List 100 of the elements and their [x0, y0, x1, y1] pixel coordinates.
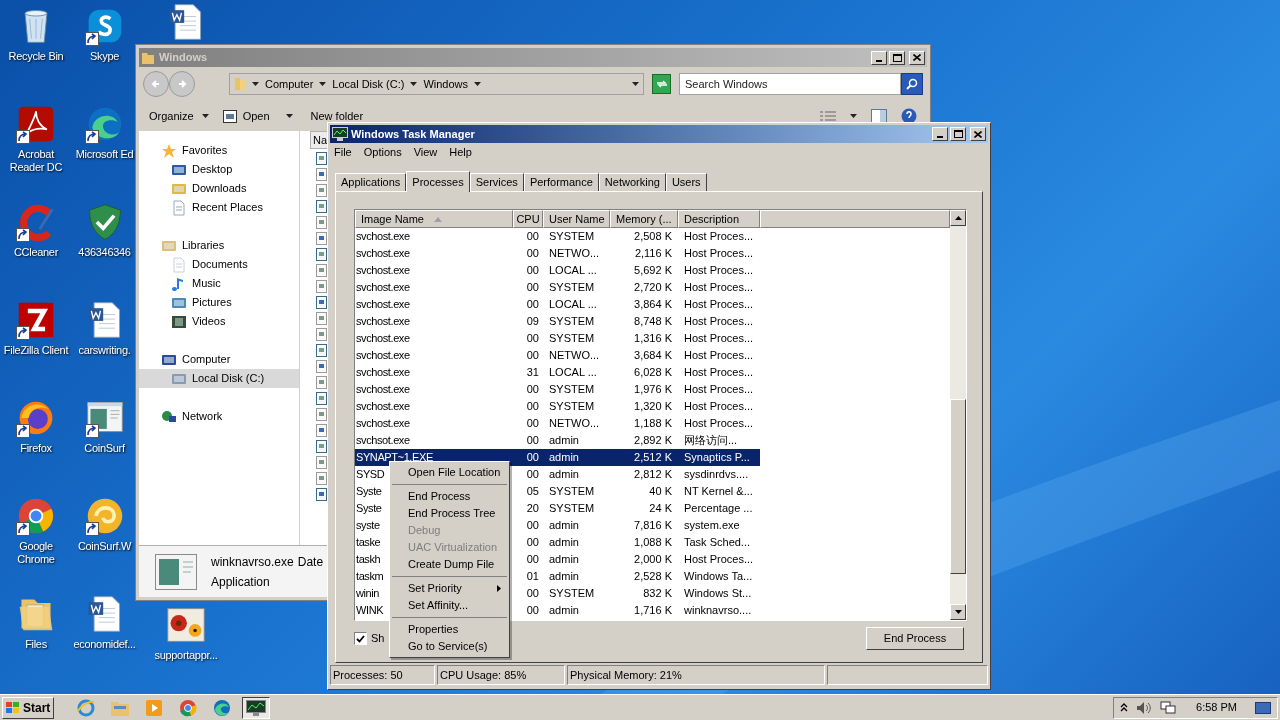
table-cell[interactable]: LOCAL ...: [543, 262, 610, 279]
table-cell[interactable]: 网络访问...: [678, 432, 760, 449]
table-cell[interactable]: 00: [513, 245, 543, 262]
table-cell[interactable]: 3,864 K: [610, 296, 678, 313]
desktop-shortcut[interactable]: Recycle Bin: [0, 0, 72, 98]
tab[interactable]: Networking: [598, 173, 666, 191]
tab[interactable]: Services: [469, 173, 524, 191]
scroll-down-button[interactable]: [950, 604, 966, 620]
nav-item[interactable]: Computer: [139, 350, 299, 369]
table-cell[interactable]: 2,000 K: [610, 551, 678, 568]
desktop-shortcut[interactable]: CoinSurf.W: [75, 490, 134, 588]
table-cell[interactable]: Host Proces...: [678, 381, 760, 398]
menu-item[interactable]: Go to Service(s): [392, 638, 507, 655]
table-cell[interactable]: 1,716 K: [610, 602, 678, 619]
new-folder-button[interactable]: New folder: [310, 107, 364, 125]
table-cell[interactable]: taskh: [355, 551, 381, 568]
taskbar-button[interactable]: [242, 696, 270, 719]
table-cell[interactable]: 2,512 K: [610, 449, 678, 466]
scroll-thumb[interactable]: [950, 399, 966, 574]
table-cell[interactable]: admin: [543, 517, 610, 534]
table-cell[interactable]: 24 K: [610, 500, 678, 517]
nav-item[interactable]: Favorites: [139, 141, 299, 160]
table-cell[interactable]: SYSTEM: [543, 381, 610, 398]
table-cell[interactable]: admin: [543, 432, 610, 449]
tab[interactable]: Processes: [406, 171, 470, 192]
menu-item[interactable]: Set Priority: [392, 580, 507, 597]
nav-item[interactable]: Local Disk (C:): [139, 369, 299, 388]
table-cell[interactable]: 2,892 K: [610, 432, 678, 449]
table-cell[interactable]: 31: [513, 364, 543, 381]
table-cell[interactable]: 832 K: [610, 585, 678, 602]
table-cell[interactable]: 1,320 K: [610, 398, 678, 415]
column-header[interactable]: Na: [310, 131, 327, 149]
search-field[interactable]: Search Windows: [679, 73, 901, 95]
table-cell[interactable]: admin: [543, 568, 610, 585]
table-cell[interactable]: Host Proces...: [678, 415, 760, 432]
table-cell[interactable]: 2,116 K: [610, 245, 678, 262]
table-cell[interactable]: 00: [513, 347, 543, 364]
menu-item[interactable]: Set Affinity...: [392, 597, 507, 614]
column-header[interactable]: Description: [678, 210, 760, 228]
nav-item[interactable]: Desktop: [139, 160, 299, 179]
menu-item[interactable]: Properties: [392, 621, 507, 638]
back-button[interactable]: [143, 71, 169, 97]
nav-item[interactable]: Music: [139, 274, 299, 293]
table-cell[interactable]: Synaptics P...: [678, 449, 760, 466]
end-process-button[interactable]: End Process: [866, 627, 964, 650]
nav-item[interactable]: Recent Places: [139, 198, 299, 217]
table-cell[interactable]: SYSTEM: [543, 585, 610, 602]
table-cell[interactable]: svchost.exe: [355, 364, 410, 381]
scroll-up-button[interactable]: [950, 210, 966, 226]
maximize-button[interactable]: [950, 127, 966, 141]
table-cell[interactable]: 00: [513, 534, 543, 551]
table-cell[interactable]: NETWO...: [543, 415, 610, 432]
table-cell[interactable]: taskm: [355, 568, 384, 585]
table-cell[interactable]: 20: [513, 500, 543, 517]
close-button[interactable]: [909, 50, 925, 65]
table-cell[interactable]: svchost.exe: [355, 279, 410, 296]
table-cell[interactable]: 01: [513, 568, 543, 585]
desktop-shortcut[interactable]: Acrobat Reader DC: [0, 98, 72, 196]
table-cell[interactable]: syste: [355, 517, 380, 534]
table-cell[interactable]: 00: [513, 262, 543, 279]
tab[interactable]: Performance: [523, 173, 599, 191]
table-cell[interactable]: svchost.exe: [355, 245, 410, 262]
desktop-shortcut[interactable]: Firefox: [0, 392, 72, 490]
nav-item[interactable]: Downloads: [139, 179, 299, 198]
menu-item[interactable]: Create Dump File: [392, 556, 507, 573]
table-cell[interactable]: Host Proces...: [678, 364, 760, 381]
desktop-shortcut[interactable]: carswriting.: [75, 294, 134, 392]
table-cell[interactable]: NETWO...: [543, 347, 610, 364]
menu-item[interactable]: View: [413, 144, 438, 161]
table-cell[interactable]: Windows St...: [678, 585, 760, 602]
table-cell[interactable]: svchost.exe: [355, 330, 410, 347]
table-cell[interactable]: svchost.exe: [355, 262, 410, 279]
table-cell[interactable]: 3,684 K: [610, 347, 678, 364]
table-cell[interactable]: Host Proces...: [678, 228, 760, 245]
desktop-shortcut[interactable]: Microsoft Ed: [75, 98, 134, 196]
table-cell[interactable]: svchost.exe: [355, 398, 410, 415]
table-cell[interactable]: 00: [513, 602, 543, 619]
menu-item[interactable]: Options: [363, 144, 402, 161]
table-cell[interactable]: Task Sched...: [678, 534, 760, 551]
table-cell[interactable]: svchsot.exe: [355, 432, 410, 449]
table-cell[interactable]: svchost.exe: [355, 228, 410, 245]
table-cell[interactable]: 1,976 K: [610, 381, 678, 398]
table-cell[interactable]: admin: [543, 534, 610, 551]
desktop-shortcut[interactable]: FileZilla Client: [0, 294, 72, 392]
table-cell[interactable]: 1,188 K: [610, 415, 678, 432]
close-button[interactable]: [970, 127, 986, 141]
table-cell[interactable]: Host Proces...: [678, 551, 760, 568]
table-cell[interactable]: SYSTEM: [543, 398, 610, 415]
desktop-shortcut[interactable]: Google Chrome: [0, 490, 72, 588]
menu-item[interactable]: Help: [449, 144, 472, 161]
table-cell[interactable]: Host Proces...: [678, 347, 760, 364]
nav-item[interactable]: Pictures: [139, 293, 299, 312]
table-cell[interactable]: svchost.exe: [355, 347, 410, 364]
table-cell[interactable]: SYSTEM: [543, 279, 610, 296]
table-cell[interactable]: Host Proces...: [678, 398, 760, 415]
table-cell[interactable]: Syste: [355, 500, 382, 517]
table-cell[interactable]: Host Proces...: [678, 330, 760, 347]
table-cell[interactable]: 1,088 K: [610, 534, 678, 551]
table-cell[interactable]: 00: [513, 517, 543, 534]
table-cell[interactable]: svchost.exe: [355, 415, 410, 432]
